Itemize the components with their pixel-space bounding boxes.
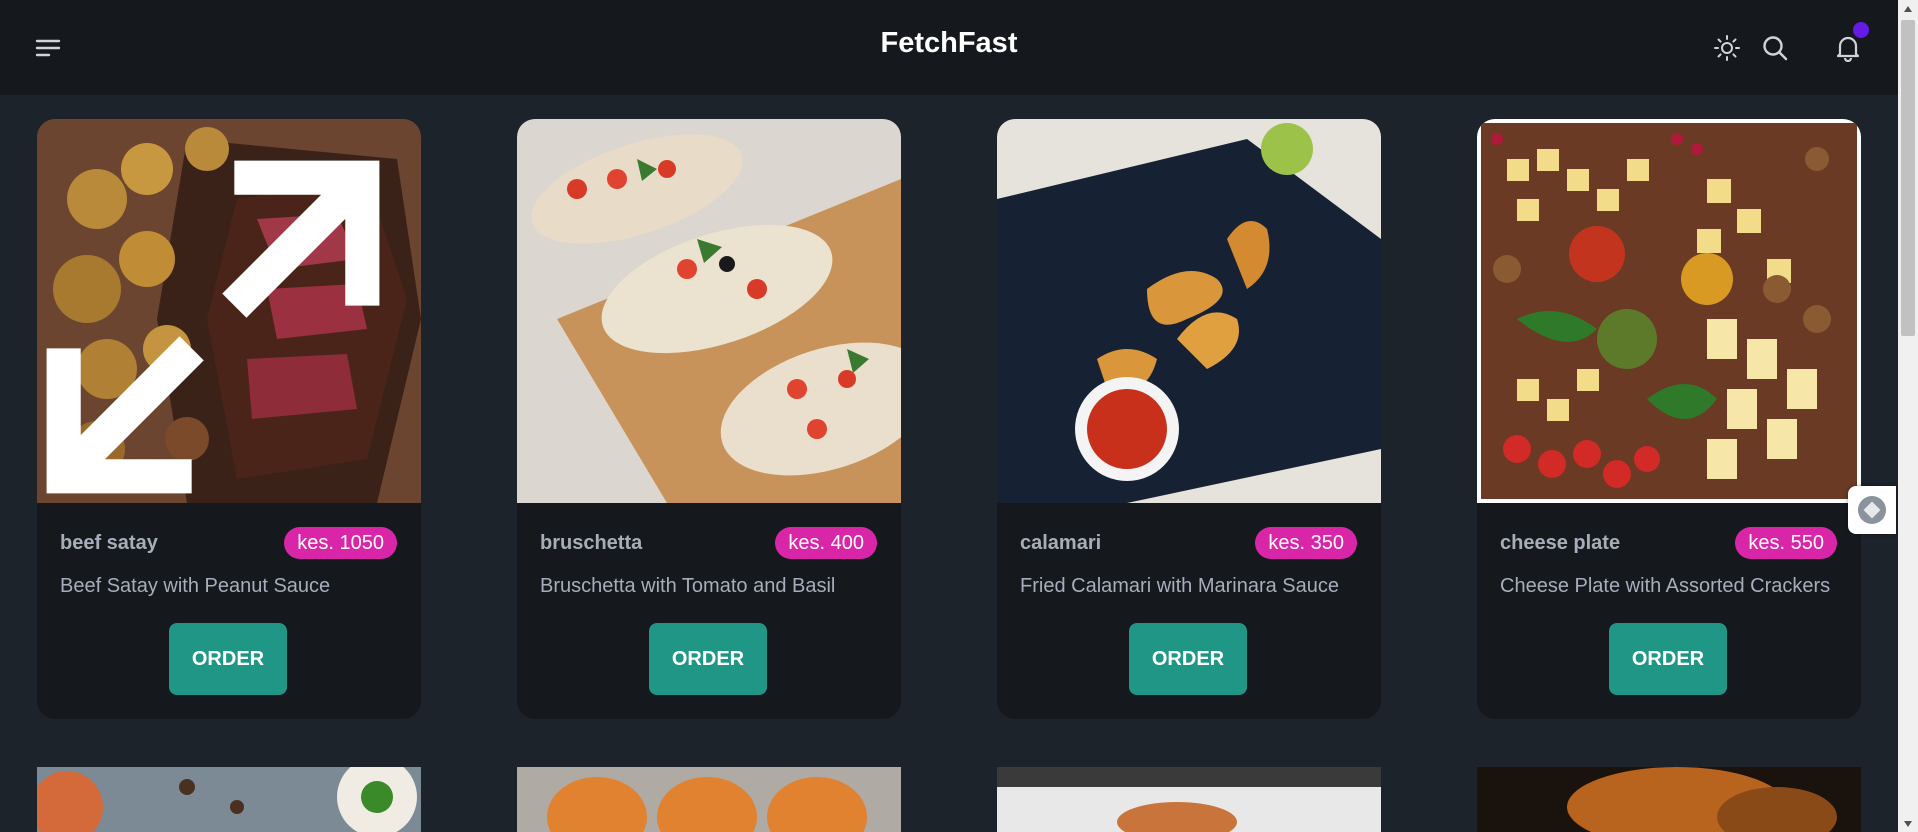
product-image[interactable] — [1477, 767, 1861, 832]
product-description: Fried Calamari with Marinara Sauce — [1020, 575, 1340, 597]
bruschetta-image — [517, 119, 901, 503]
product-image[interactable] — [997, 119, 1381, 503]
product-image[interactable] — [37, 767, 421, 832]
product-name: beef satay — [60, 532, 158, 554]
order-button[interactable]: ORDER — [1129, 623, 1247, 695]
price-badge: kes. 550 — [1735, 527, 1837, 559]
product-image[interactable] — [37, 119, 421, 503]
bell-icon — [1836, 36, 1860, 62]
scroll-down-arrow[interactable] — [1898, 815, 1918, 832]
menu-icon — [35, 39, 61, 57]
product-card — [997, 767, 1381, 832]
product-image[interactable] — [517, 119, 901, 503]
sun-icon — [1714, 35, 1740, 61]
order-button[interactable]: ORDER — [169, 623, 287, 695]
navbar: FetchFast — [0, 0, 1898, 95]
notification-badge — [1853, 22, 1869, 38]
sauces-image — [37, 767, 421, 832]
product-description: Cheese Plate with Assorted Crackers — [1500, 575, 1831, 597]
floating-widget-button[interactable] — [1848, 486, 1896, 534]
buns-image — [517, 767, 901, 832]
cheese-plate-image — [1477, 119, 1861, 503]
product-card: cheese plate kes. 550 Cheese Plate with … — [1477, 119, 1861, 719]
product-description: Bruschetta with Tomato and Basil — [540, 575, 836, 597]
scrollbar-thumb[interactable] — [1901, 20, 1915, 336]
price-badge: kes. 1050 — [284, 527, 397, 559]
arrow-down-icon — [1904, 820, 1912, 827]
order-button[interactable]: ORDER — [649, 623, 767, 695]
product-name: calamari — [1020, 532, 1102, 554]
widget-icon — [1858, 496, 1886, 524]
product-image[interactable] — [517, 767, 901, 832]
search-icon — [1763, 36, 1788, 61]
product-card: calamari kes. 350 Fried Calamari with Ma… — [997, 119, 1381, 719]
product-name: cheese plate — [1500, 532, 1621, 554]
product-card — [517, 767, 901, 832]
price-badge: kes. 400 — [775, 527, 877, 559]
arrow-up-icon — [1904, 5, 1912, 12]
product-image[interactable] — [1477, 119, 1861, 503]
menu-button[interactable] — [26, 26, 70, 70]
brand-title: FetchFast — [0, 27, 1898, 60]
product-card: bruschetta kes. 400 Bruschetta with Toma… — [517, 119, 901, 719]
calamari-image — [997, 119, 1381, 503]
product-description: Beef Satay with Peanut Sauce — [60, 575, 331, 597]
plated-dish-image — [997, 767, 1381, 832]
price-badge: kes. 350 — [1255, 527, 1357, 559]
product-card — [37, 767, 421, 832]
order-button[interactable]: ORDER — [1609, 623, 1727, 695]
scroll-up-arrow[interactable] — [1898, 0, 1918, 17]
product-card: beef satay kes. 1050 Beef Satay with Pea… — [37, 119, 421, 719]
theme-toggle-button[interactable] — [1705, 26, 1749, 70]
search-button[interactable] — [1753, 26, 1797, 70]
expand-icon[interactable] — [37, 135, 405, 503]
product-grid: beef satay kes. 1050 Beef Satay with Pea… — [0, 0, 1898, 832]
app-title[interactable]: FetchFast — [881, 27, 1018, 59]
product-name: bruschetta — [540, 532, 643, 554]
fried-chicken-image — [1477, 767, 1861, 832]
product-image[interactable] — [997, 767, 1381, 832]
product-card — [1477, 767, 1861, 832]
